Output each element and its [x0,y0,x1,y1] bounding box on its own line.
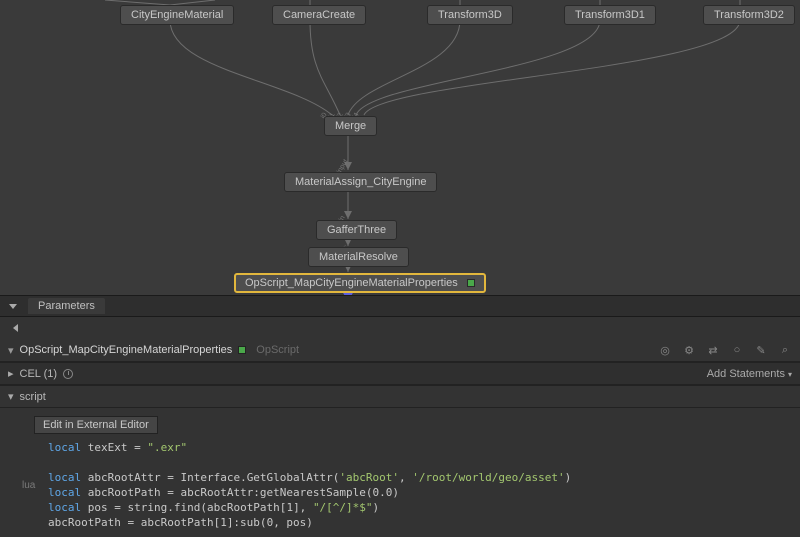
node-title-row: ▾ OpScript_MapCityEngineMaterialProperti… [0,339,800,362]
script-code[interactable]: local texExt = ".exr" local abcRootAttr … [48,440,578,537]
node-materialassign-cityengine[interactable]: MaterialAssign_CityEngine [284,172,437,192]
node-view-badge-icon [238,346,246,354]
parameters-panel: ▾ OpScript_MapCityEngineMaterialProperti… [0,317,800,537]
language-label: lua [22,440,44,537]
param-node-type: OpScript [256,344,299,356]
node-transform3d1[interactable]: Transform3D1 [564,5,656,25]
search-icon[interactable]: ⌕ [778,343,792,357]
help-icon[interactable]: ○ [730,343,744,357]
node-merge[interactable]: Merge [324,116,377,136]
cel-section[interactable]: ▸ CEL (1) Add Statements▾ [0,362,800,385]
edit-external-button[interactable]: Edit in External Editor [34,416,158,434]
link-icon[interactable]: ⇄ [706,343,720,357]
node-graph[interactable]: CityEngineMaterial CameraCreate Transfor… [0,0,800,295]
gear-icon[interactable]: ⚙ [682,343,696,357]
panel-menu-icon[interactable] [6,299,20,313]
cel-label: CEL (1) [20,368,58,380]
disclose-icon[interactable]: ▾ [8,344,14,357]
node-view-badge-icon [467,279,475,287]
node-transform3d2[interactable]: Transform3D2 [703,5,795,25]
wrench-icon[interactable]: ✎ [754,343,768,357]
param-node-name[interactable]: OpScript_MapCityEngineMaterialProperties [20,344,233,356]
node-materialresolve[interactable]: MaterialResolve [308,247,409,267]
script-section-header[interactable]: ▾ script [0,385,800,408]
back-icon[interactable] [8,321,22,335]
node-cityenginematerial[interactable]: CityEngineMaterial [120,5,234,25]
parameters-tab-bar: Parameters [0,295,800,317]
script-label: script [20,391,46,403]
clock-icon [63,369,73,379]
add-statements-button[interactable]: Add Statements▾ [707,368,792,380]
node-opscript-label: OpScript_MapCityEngineMaterialProperties [245,277,458,289]
node-transform3d[interactable]: Transform3D [427,5,513,25]
chevron-right-icon: ▸ [8,367,14,380]
script-body: Edit in External Editor lua local texExt… [0,408,800,537]
tab-parameters[interactable]: Parameters [28,298,105,314]
target-icon[interactable]: ◎ [658,343,672,357]
node-gafferthree[interactable]: GafferThree [316,220,397,240]
chevron-down-icon: ▾ [8,390,14,403]
node-opscript-mapcityenginematerialproperties[interactable]: OpScript_MapCityEngineMaterialProperties [234,273,486,293]
node-cameracreate[interactable]: CameraCreate [272,5,366,25]
